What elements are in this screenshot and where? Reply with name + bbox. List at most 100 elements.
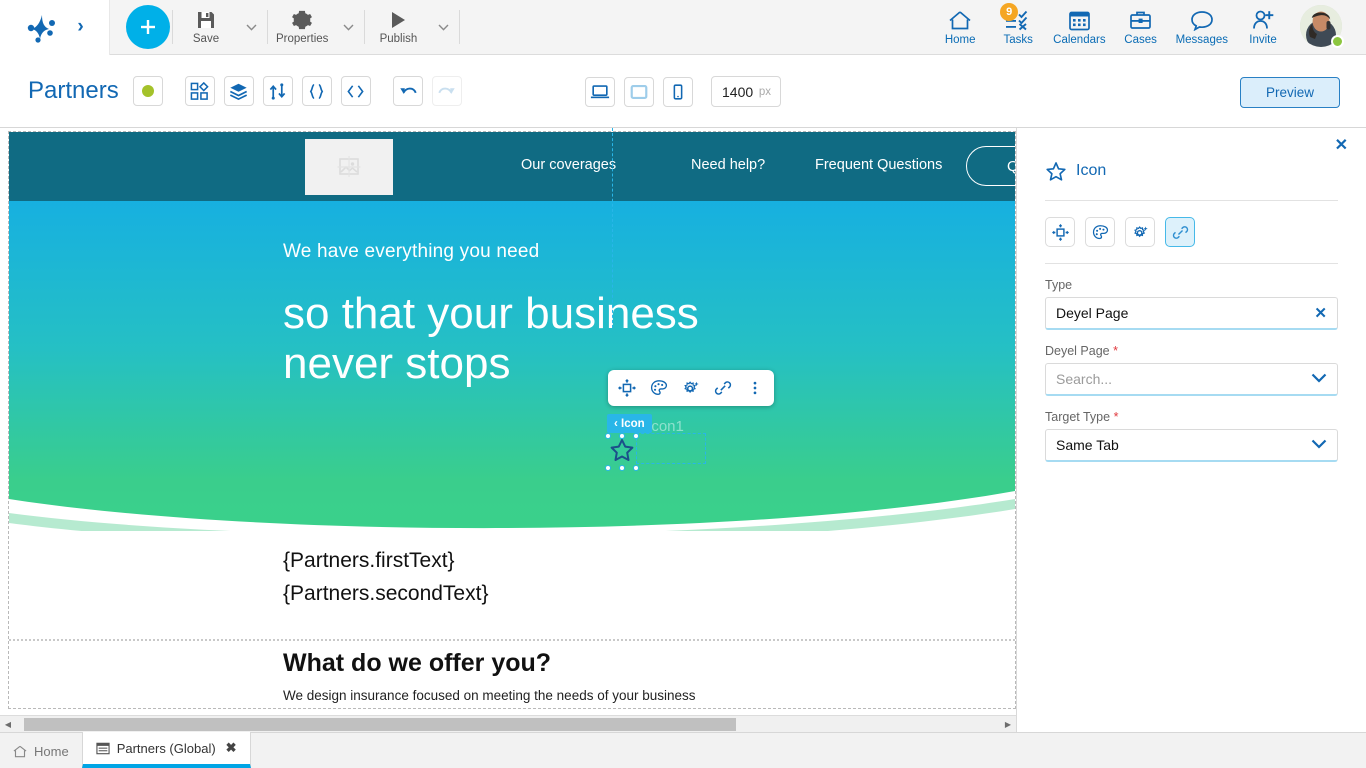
- device-controls: 1400 px: [585, 55, 781, 128]
- design-canvas[interactable]: Our coverages Need help? Frequent Questi…: [0, 128, 1016, 712]
- panel-tool-settings[interactable]: [1125, 217, 1155, 247]
- settings-sparkle-icon[interactable]: [676, 374, 706, 402]
- page-title: Partners: [28, 77, 119, 104]
- link-icon[interactable]: [708, 374, 738, 402]
- resize-handle-nw[interactable]: [605, 433, 611, 439]
- bottom-tab-bar: Home Partners (Global) ✖: [0, 732, 1366, 768]
- canvas-width-value: 1400: [722, 83, 754, 100]
- site-nav-link-help[interactable]: Need help?: [691, 157, 765, 173]
- resize-handle-se[interactable]: [633, 465, 639, 471]
- hero-section: We have everything you need so that your…: [9, 201, 1015, 531]
- resize-handle-n[interactable]: [619, 433, 625, 439]
- scrollbar-track[interactable]: [16, 717, 1000, 732]
- undo-icon: [399, 87, 417, 95]
- widgets-button[interactable]: [184, 76, 215, 106]
- selection-bounds: [636, 433, 706, 464]
- selected-icon-element[interactable]: [605, 433, 639, 471]
- site-nav-link-coverages[interactable]: Our coverages: [521, 157, 616, 173]
- braces-button[interactable]: [301, 76, 332, 106]
- template-bindings-text[interactable]: {Partners.firstText} {Partners.secondTex…: [283, 545, 488, 610]
- chevron-down-icon[interactable]: [1311, 370, 1327, 388]
- braces-icon: [310, 83, 324, 99]
- nav-item-home[interactable]: Home: [931, 0, 989, 55]
- play-icon: [392, 12, 406, 28]
- tab-home[interactable]: Home: [0, 734, 82, 768]
- field-type: Type Deyel Page ✕: [1017, 278, 1366, 330]
- move-icon[interactable]: [612, 374, 642, 402]
- properties-panel: ✕ Icon Type Deyel Page ✕ Deyel Page * Se…: [1016, 128, 1366, 732]
- toolbar-divider: [364, 10, 366, 44]
- nav-label-messages: Messages: [1175, 33, 1228, 46]
- tasks-badge: 9: [1000, 2, 1019, 21]
- tab-label-home: Home: [34, 743, 69, 759]
- toolbar-divider: [267, 10, 268, 44]
- toolbar-divider: [459, 10, 461, 44]
- type-select[interactable]: Deyel Page ✕: [1045, 297, 1338, 330]
- panel-tool-move[interactable]: [1045, 217, 1075, 247]
- publish-dropdown-caret[interactable]: [429, 1, 457, 53]
- palette-icon[interactable]: [644, 374, 674, 402]
- star-icon: [610, 439, 634, 461]
- save-icon: [198, 12, 214, 28]
- target-type-select[interactable]: Same Tab: [1045, 429, 1338, 462]
- nav-label-tasks: Tasks: [1003, 33, 1033, 46]
- canvas-horizontal-scrollbar[interactable]: ◀ ▶: [0, 715, 1016, 732]
- chevron-down-icon[interactable]: [1311, 436, 1327, 454]
- chat-icon: [1190, 10, 1213, 31]
- redo-button[interactable]: [431, 76, 462, 106]
- resize-handle-sw[interactable]: [605, 465, 611, 471]
- close-icon[interactable]: ✕: [1335, 138, 1348, 154]
- scroll-right-arrow[interactable]: ▶: [1000, 716, 1016, 733]
- save-dropdown-caret[interactable]: [237, 1, 265, 53]
- publish-button[interactable]: Publish: [367, 1, 429, 53]
- add-button[interactable]: [126, 5, 170, 49]
- nav-label-calendars: Calendars: [1053, 33, 1106, 46]
- close-icon[interactable]: ✖: [226, 740, 237, 756]
- app-root: › Save Properties Publish Home 9 Tasks C…: [0, 0, 1366, 768]
- site-nav-cta-button[interactable]: Q: [966, 146, 1015, 186]
- properties-button[interactable]: Properties: [270, 1, 334, 53]
- panel-tool-link[interactable]: [1165, 217, 1195, 247]
- nav-item-messages[interactable]: Messages: [1170, 0, 1234, 55]
- site-logo-placeholder[interactable]: [305, 139, 393, 195]
- site-navbar: Our coverages Need help? Frequent Questi…: [9, 132, 1015, 201]
- undo-button[interactable]: [392, 76, 423, 106]
- resize-handle-ne[interactable]: [633, 433, 639, 439]
- top-toolbar: › Save Properties Publish Home 9 Tasks C…: [0, 0, 1366, 55]
- site-nav-link-faq[interactable]: Frequent Questions: [815, 157, 942, 173]
- canvas-frame: Our coverages Need help? Frequent Questi…: [8, 131, 1016, 709]
- deyel-page-select[interactable]: Search...: [1045, 363, 1338, 396]
- resize-handle-s[interactable]: [619, 465, 625, 471]
- more-vertical-icon[interactable]: [740, 374, 770, 402]
- device-desktop-button[interactable]: [585, 76, 615, 107]
- target-type-value: Same Tab: [1056, 437, 1119, 453]
- avatar[interactable]: [1300, 5, 1344, 49]
- panel-tool-palette[interactable]: [1085, 217, 1115, 247]
- deyel-logo-icon[interactable]: [25, 11, 59, 43]
- scrollbar-thumb[interactable]: [24, 717, 736, 731]
- save-button[interactable]: Save: [175, 1, 237, 53]
- preview-button[interactable]: Preview: [1240, 77, 1340, 108]
- chevron-right-icon[interactable]: ›: [77, 16, 83, 38]
- top-nav-items: Home 9 Tasks Calendars Cases Messages In…: [931, 0, 1366, 55]
- tab-partners-global[interactable]: Partners (Global) ✖: [81, 732, 251, 768]
- flow-button[interactable]: [262, 76, 293, 106]
- properties-dropdown-caret[interactable]: [334, 1, 362, 53]
- nav-item-calendars[interactable]: Calendars: [1047, 0, 1111, 55]
- nav-item-cases[interactable]: Cases: [1112, 0, 1170, 55]
- canvas-width-input[interactable]: 1400 px: [711, 76, 781, 107]
- code-button[interactable]: [340, 76, 371, 106]
- properties-group: Properties: [270, 0, 362, 55]
- scroll-left-arrow[interactable]: ◀: [0, 716, 16, 733]
- device-tablet-button[interactable]: [624, 76, 654, 107]
- nav-item-invite[interactable]: Invite: [1234, 0, 1292, 55]
- device-mobile-button[interactable]: [663, 76, 693, 107]
- clear-icon[interactable]: ✕: [1314, 304, 1327, 322]
- selected-element-badge[interactable]: ‹ Icon: [607, 414, 652, 433]
- layers-button[interactable]: [223, 76, 254, 106]
- offer-heading[interactable]: What do we offer you?: [283, 649, 551, 678]
- hero-subtitle[interactable]: We have everything you need: [283, 241, 539, 263]
- offer-paragraph[interactable]: We design insurance focused on meeting t…: [283, 688, 696, 703]
- nav-item-tasks[interactable]: 9 Tasks: [989, 0, 1047, 55]
- page-icon: [96, 742, 110, 754]
